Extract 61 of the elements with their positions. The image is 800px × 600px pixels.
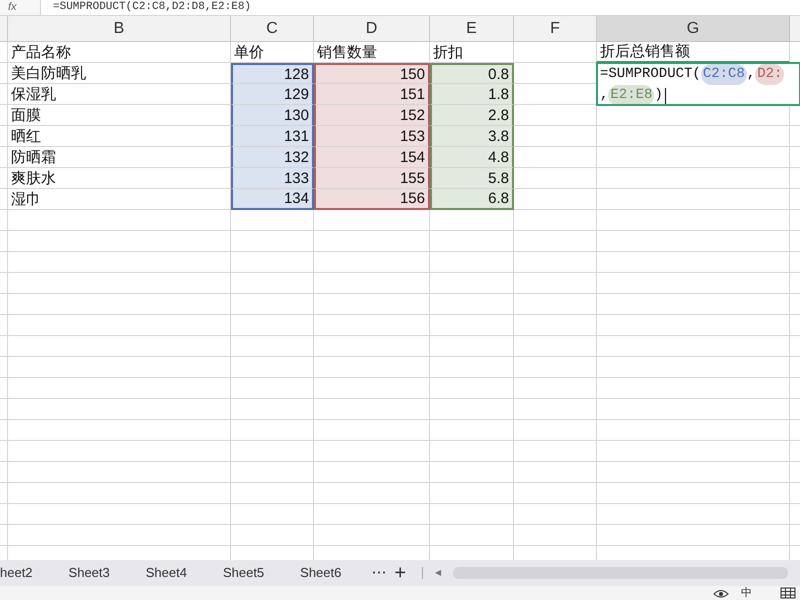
eye-icon[interactable]: [713, 588, 729, 598]
column-header[interactable]: E: [430, 16, 514, 42]
scroll-left-icon[interactable]: ◀: [435, 567, 442, 579]
table-cell: 爽肤水: [11, 170, 56, 186]
table-cell: 134: [284, 191, 309, 206]
text-cursor: [664, 88, 666, 104]
header-cell: 折扣: [433, 44, 463, 60]
formula-text: ,: [746, 65, 756, 84]
table-cell: 155: [400, 170, 425, 186]
add-sheet-button[interactable]: +: [390, 563, 410, 583]
header-cell: 单价: [234, 44, 264, 60]
table-cell: 1.8: [488, 86, 509, 102]
table-cell: 3.8: [488, 128, 509, 144]
more-sheets-button[interactable]: ⋯: [367, 562, 390, 584]
table-cell: 晒红: [11, 128, 41, 144]
formula-text: =SUMPRODUCT(: [600, 65, 701, 84]
table-cell: 152: [400, 108, 425, 122]
formula-text: ): [654, 86, 663, 105]
table-cell: 151: [400, 86, 425, 102]
range-reference: E2:E8: [608, 85, 654, 106]
table-cell: 156: [400, 191, 425, 206]
table-cell: 133: [284, 170, 309, 186]
sheet-tab[interactable]: heet2: [0, 560, 51, 586]
table-cell: 6.8: [488, 191, 509, 206]
formula-text: ,: [600, 86, 608, 105]
column-header[interactable]: C: [231, 16, 314, 42]
table-cell: 131: [284, 128, 309, 144]
table-cell: 2.8: [488, 108, 509, 122]
header-cell: 销售数量: [317, 44, 377, 60]
table-cell: 130: [284, 108, 309, 122]
table-cell: 150: [400, 66, 425, 82]
cell-editor[interactable]: =SUMPRODUCT(C2:C8,D2: ,E2:E8): [596, 62, 800, 106]
sheet-tab[interactable]: Sheet3: [50, 560, 128, 586]
table-cell: 面膜: [11, 108, 41, 122]
table-cell: 128: [284, 66, 309, 82]
table-cell: 防晒霜: [11, 150, 56, 164]
table-cell: 保湿乳: [11, 86, 56, 102]
sheet-tab[interactable]: Sheet4: [128, 560, 205, 586]
table-cell: 0.8: [488, 66, 509, 82]
corner-cell[interactable]: [0, 16, 8, 42]
table-cell: 4.8: [488, 150, 509, 164]
table-cell: 湿巾: [11, 192, 41, 206]
table-cell: 5.8: [488, 170, 509, 186]
table-cell: 129: [284, 86, 309, 102]
range-reference: D2:: [755, 64, 784, 85]
grid-view-icon[interactable]: [780, 587, 796, 599]
column-header[interactable]: B: [8, 16, 231, 42]
header-cell: 折后总销售额: [600, 44, 690, 59]
table-cell: 132: [284, 150, 309, 164]
formula-input[interactable]: =SUMPRODUCT(C2:C8,D2:D8,E2:E8): [40, 0, 800, 15]
table-cell: 美白防晒乳: [11, 66, 86, 80]
column-header[interactable]: D: [314, 16, 430, 42]
header-cell: 产品名称: [11, 44, 71, 60]
range-reference: C2:C8: [700, 64, 747, 85]
sheet-tab[interactable]: Sheet5: [204, 560, 282, 586]
fx-label: fx: [7, 0, 18, 16]
sheet-tab[interactable]: Sheet6: [282, 560, 360, 586]
table-cell: 153: [400, 128, 425, 144]
table-cell: 154: [400, 150, 425, 164]
input-method-button[interactable]: 中: [741, 588, 752, 598]
column-header[interactable]: G: [597, 16, 790, 42]
